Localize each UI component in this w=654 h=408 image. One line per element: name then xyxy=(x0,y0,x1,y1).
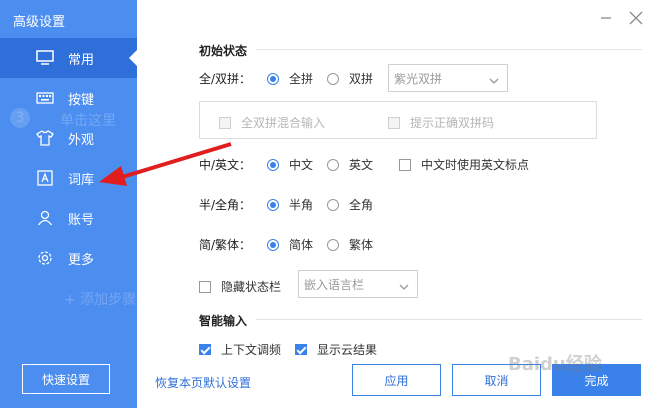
chinese-radio[interactable]: 中文 xyxy=(267,156,313,173)
select-value: 紫光双拼 xyxy=(394,71,443,86)
checkbox-indicator xyxy=(295,343,307,356)
full-pinyin-radio[interactable]: 全拼 xyxy=(267,70,313,87)
sidebar-item-keys[interactable]: 按键 xyxy=(0,78,137,118)
sidebar-item-label: 更多 xyxy=(68,252,95,268)
radio-indicator xyxy=(327,198,339,211)
minimize-icon[interactable] xyxy=(598,10,614,26)
option-label: 英文 xyxy=(349,158,374,172)
option-label: 中文 xyxy=(289,158,314,172)
sidebar-title: 高级设置 xyxy=(13,15,66,30)
gear-icon xyxy=(36,249,54,267)
sidebar-item-label: 外观 xyxy=(68,132,95,148)
sidebar-item-label: 按键 xyxy=(68,92,95,108)
sidebar-item-account[interactable]: 账号 xyxy=(0,198,137,238)
half-width-radio[interactable]: 半角 xyxy=(267,196,313,213)
radio-indicator xyxy=(267,198,279,211)
checkbox-indicator xyxy=(199,280,211,293)
background-add-step: + 添加步骤 xyxy=(64,292,137,308)
double-pinyin-scheme-select[interactable]: 紫光双拼 xyxy=(388,64,508,92)
show-double-code-checkbox[interactable]: 提示正确双拼码 xyxy=(388,114,494,131)
initial-state-title: 初始状态 xyxy=(199,44,248,58)
traditional-radio[interactable]: 繁体 xyxy=(327,236,373,253)
option-label: 双拼 xyxy=(349,72,374,86)
option-label: 提示正确双拼码 xyxy=(410,116,495,130)
checkbox-indicator xyxy=(199,343,211,356)
user-icon xyxy=(36,209,54,227)
option-label: 简体 xyxy=(289,238,314,252)
active-pointer xyxy=(129,50,137,66)
option-label: 全双拼混合输入 xyxy=(241,116,326,130)
divider xyxy=(256,319,642,320)
radio-indicator xyxy=(267,72,279,85)
chevron-down-icon xyxy=(399,280,409,294)
radio-indicator xyxy=(267,238,279,251)
option-label: 隐藏状态栏 xyxy=(221,280,282,294)
double-pinyin-radio[interactable]: 双拼 xyxy=(327,70,373,87)
english-punct-checkbox[interactable]: 中文时使用英文标点 xyxy=(399,156,529,173)
width-label: 半/全角： xyxy=(199,198,252,212)
radio-indicator xyxy=(267,158,279,171)
option-label: 中文时使用英文标点 xyxy=(421,158,530,172)
annotation-arrow xyxy=(99,142,232,186)
quick-setup-button[interactable]: 快速设置 xyxy=(22,364,110,394)
radio-indicator xyxy=(327,72,339,85)
shirt-icon xyxy=(36,129,54,147)
keyboard-icon xyxy=(36,89,54,107)
simplified-radio[interactable]: 简体 xyxy=(267,236,313,253)
option-label: 全角 xyxy=(349,198,374,212)
option-label: 半角 xyxy=(289,198,314,212)
sidebar-item-label: 账号 xyxy=(68,212,95,228)
english-radio[interactable]: 英文 xyxy=(327,156,373,173)
radio-indicator xyxy=(327,158,339,171)
close-icon[interactable] xyxy=(628,10,644,26)
full-width-radio[interactable]: 全角 xyxy=(327,196,373,213)
status-bar-mode-select[interactable]: 嵌入语言栏 xyxy=(298,270,418,298)
option-label: 繁体 xyxy=(349,238,374,252)
smart-input-title: 智能输入 xyxy=(199,314,248,328)
sidebar-item-general[interactable]: 常用 xyxy=(0,38,137,78)
select-value: 嵌入语言栏 xyxy=(304,277,365,292)
restore-defaults-link[interactable]: 恢复本页默认设置 xyxy=(155,374,251,391)
checkbox-indicator xyxy=(399,158,411,171)
sidebar: 3 单击这里 + 添加步骤 高级设置 常用 按键 外观 词库 账号 更多 快速设… xyxy=(0,0,137,408)
monitor-icon xyxy=(36,49,54,67)
hide-status-bar-checkbox[interactable]: 隐藏状态栏 xyxy=(199,278,281,295)
script-label: 简/繁体： xyxy=(199,238,252,252)
divider xyxy=(256,49,642,50)
full-double-label: 全/双拼： xyxy=(199,72,252,86)
sidebar-item-label: 常用 xyxy=(68,52,95,68)
radio-indicator xyxy=(327,238,339,251)
apply-button[interactable]: 应用 xyxy=(352,364,441,396)
checkbox-indicator xyxy=(219,116,231,129)
sidebar-item-label: 词库 xyxy=(68,172,95,188)
chevron-down-icon xyxy=(489,74,499,88)
sidebar-item-more[interactable]: 更多 xyxy=(0,238,137,278)
checkbox-indicator xyxy=(388,116,400,129)
option-label: 全拼 xyxy=(289,72,314,86)
mixed-input-checkbox[interactable]: 全双拼混合输入 xyxy=(219,114,325,131)
watermark: Baidu经验 xyxy=(508,354,602,375)
dictionary-icon xyxy=(36,169,54,187)
